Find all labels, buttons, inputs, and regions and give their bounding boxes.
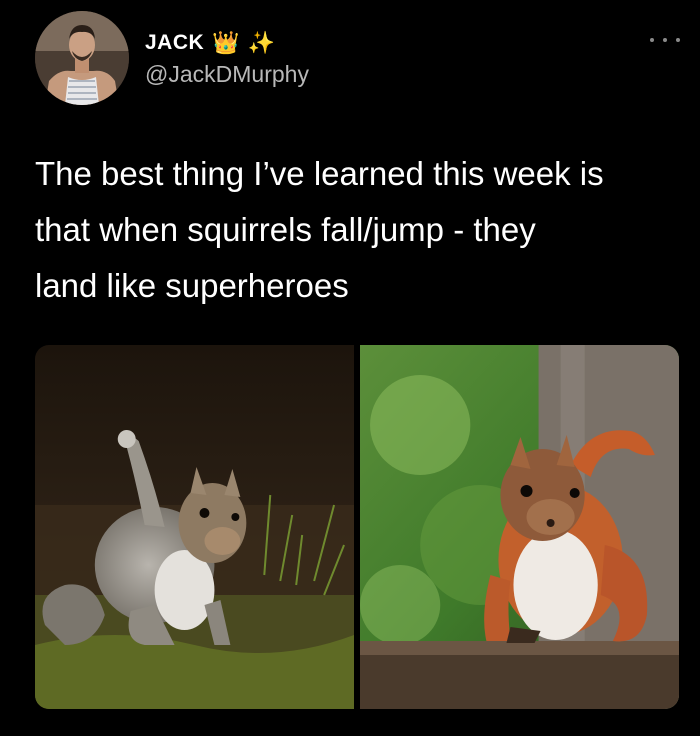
photo-grey-squirrel[interactable]: [35, 345, 354, 709]
tweet-media: [35, 345, 679, 709]
grey-squirrel-image: [35, 345, 354, 709]
display-name[interactable]: JACK: [145, 31, 204, 55]
avatar-image: [35, 11, 129, 105]
crown-emoji-icon: 👑: [212, 30, 240, 55]
tweet-text: The best thing I’ve learned this week is…: [35, 155, 604, 304]
red-squirrel-image: [360, 345, 679, 709]
more-dots-icon: [663, 38, 667, 42]
user-handle[interactable]: @JackDMurphy: [145, 61, 309, 88]
sparkles-emoji-icon: ✨: [247, 30, 275, 55]
avatar[interactable]: [35, 11, 129, 105]
tweet: JACK 👑 ✨ @JackDMurphy The best thing I’v…: [0, 0, 700, 736]
more-dots-icon: [650, 38, 654, 42]
more-dots-icon: [676, 38, 680, 42]
photo-red-squirrel[interactable]: [360, 345, 679, 709]
more-options-button[interactable]: [650, 30, 680, 50]
name-row: JACK 👑 ✨: [145, 28, 275, 58]
